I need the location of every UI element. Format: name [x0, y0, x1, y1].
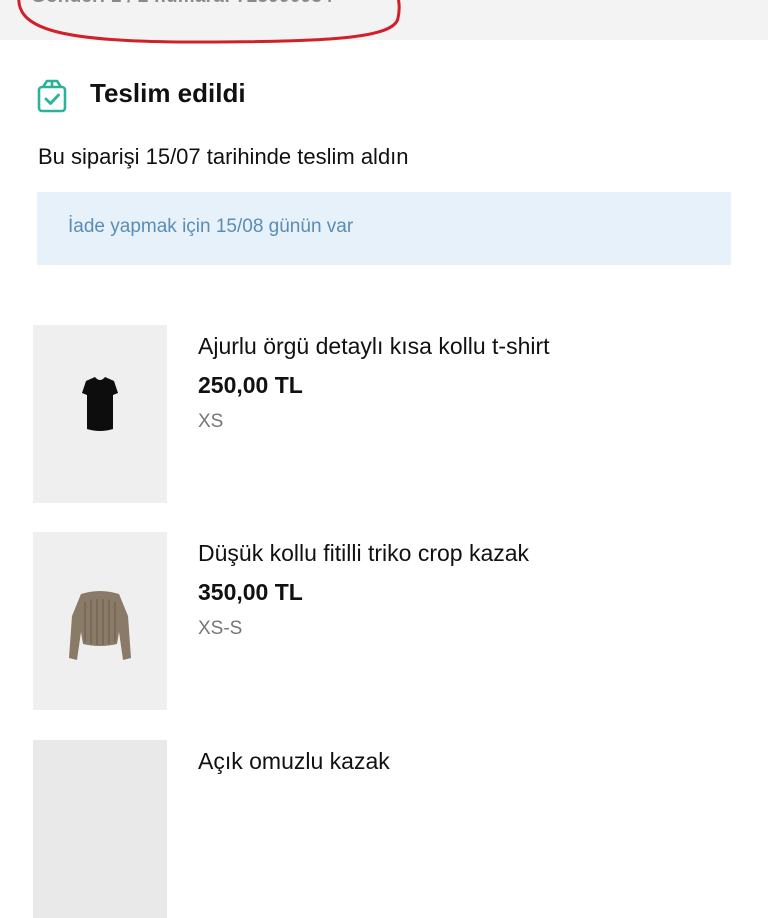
- return-deadline-text: İade yapmak için 15/08 günün var: [68, 216, 354, 237]
- delivery-status-title: Teslim edildi: [90, 78, 246, 108]
- shipment-header: Gönderi 1 / 2 numara: 725990934: [0, 0, 768, 44]
- beige-knit-sweater-image: [69, 591, 131, 660]
- product-price: 350,00 TL: [198, 579, 303, 605]
- product-price: 250,00 TL: [198, 372, 303, 398]
- product-name[interactable]: Açık omuzlu kazak: [198, 748, 390, 775]
- product-image[interactable]: [33, 740, 167, 918]
- sweater-image: [33, 740, 167, 768]
- status-icon-wrap: [36, 74, 68, 118]
- product-name[interactable]: Düşük kollu fitilli triko crop kazak: [198, 540, 529, 567]
- delivery-box-check-icon: [37, 79, 67, 113]
- product-name[interactable]: Ajurlu örgü detaylı kısa kollu t-shirt: [198, 333, 550, 360]
- product-size: XS: [198, 411, 224, 432]
- product-image[interactable]: [33, 532, 167, 710]
- red-annotation-circle: [17, 0, 401, 44]
- product-size: XS-S: [198, 618, 243, 639]
- delivery-date-text: Bu siparişi 15/07 tarihinde teslim aldın: [38, 144, 409, 169]
- return-info-banner: İade yapmak için 15/08 günün var: [37, 192, 731, 265]
- product-image[interactable]: [33, 325, 167, 503]
- black-tshirt-image: [82, 377, 118, 431]
